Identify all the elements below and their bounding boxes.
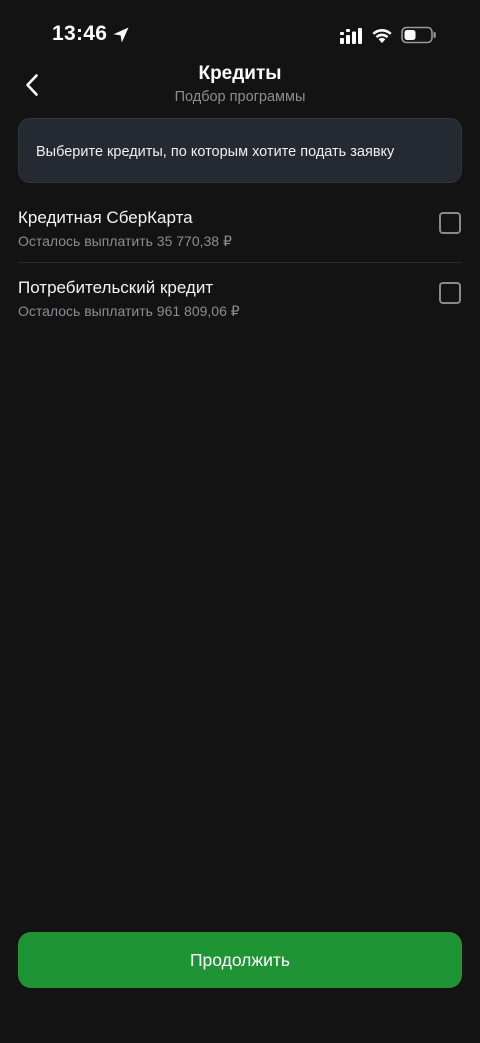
credit-checkbox[interactable] [439,212,461,234]
credit-item-consumer-loan[interactable]: Потребительский кредит Осталось выплатит… [0,262,480,332]
info-text: Выберите кредиты, по которым хотите пода… [36,144,395,160]
credit-remaining: Осталось выплатить 35 770,38 ₽ [18,233,232,249]
credit-checkbox[interactable] [439,282,461,304]
continue-button[interactable]: Продолжить [18,932,462,988]
wifi-icon [372,29,392,43]
credit-remaining: Осталось выплатить 961 809,06 ₽ [18,303,240,319]
credit-item-sbercard[interactable]: Кредитная СберКарта Осталось выплатить 3… [0,192,480,262]
info-card: Выберите кредиты, по которым хотите пода… [18,118,462,183]
signal-icon [340,28,362,44]
credit-name: Кредитная СберКарта [18,208,193,227]
credit-name: Потребительский кредит [18,278,214,297]
screen: 13:46 Кредиты Подбор программы Выберите … [0,0,480,1043]
page-title: Кредиты [198,63,282,84]
battery-icon [401,26,436,44]
status-time: 13:46 [52,22,108,45]
continue-button-label: Продолжить [189,949,291,970]
location-arrow-icon [113,27,129,43]
status-bar: 13:46 [0,0,480,70]
page-subtitle: Подбор программы [174,89,306,105]
